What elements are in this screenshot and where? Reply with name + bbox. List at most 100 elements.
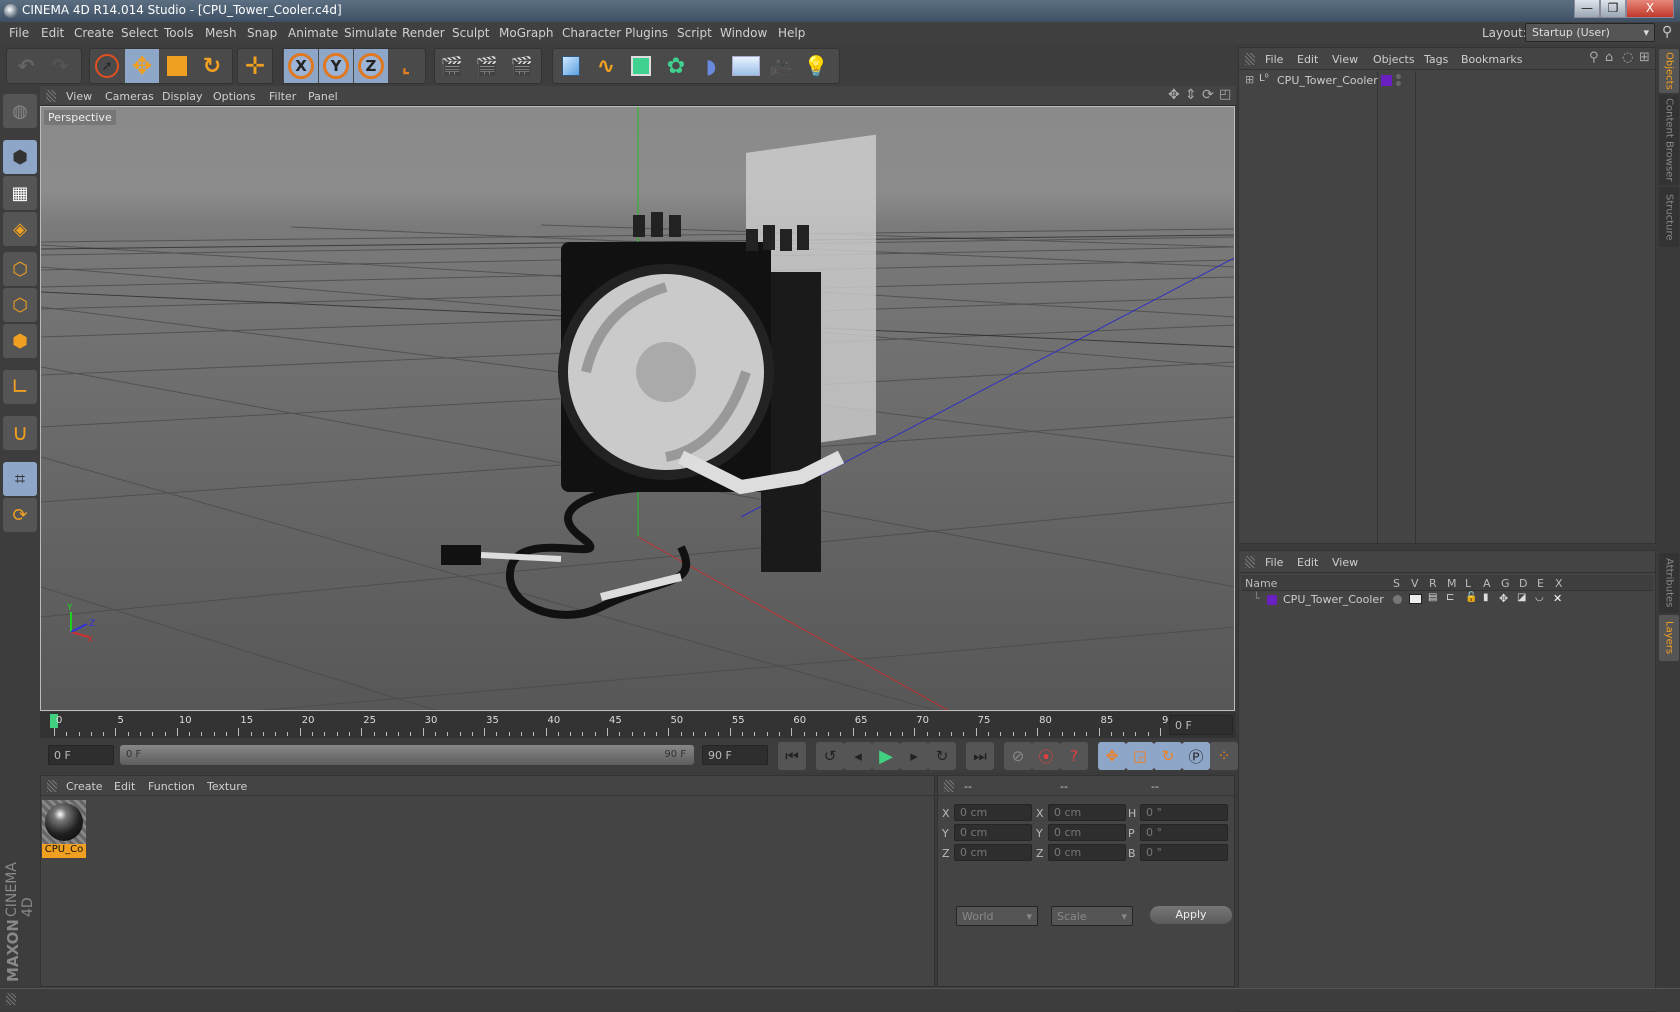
objects-menu-objects[interactable]: Objects — [1373, 53, 1415, 66]
cube-object-icon[interactable] — [554, 49, 588, 83]
objects-menu-view[interactable]: View — [1332, 53, 1358, 66]
viewport-menu-options[interactable]: Options — [213, 90, 255, 103]
menu-plugins[interactable]: Plugins — [625, 26, 668, 40]
start-frame-field[interactable]: 0 F — [48, 745, 114, 765]
material-menu-texture[interactable]: Texture — [207, 780, 247, 793]
toggle-panel-icon[interactable]: ◰ — [1219, 87, 1231, 102]
objects-menu-tags[interactable]: Tags — [1424, 53, 1448, 66]
frame-range-slider[interactable]: 0 F 90 F — [120, 745, 694, 765]
objects-menu-edit[interactable]: Edit — [1297, 53, 1318, 66]
record-point-level-icon[interactable]: ⁘ — [1210, 742, 1238, 770]
layers-menu-file[interactable]: File — [1265, 556, 1283, 569]
scale-icon[interactable] — [160, 49, 194, 83]
menu-create[interactable]: Create — [74, 26, 114, 40]
size-field[interactable]: 0 cm — [1048, 804, 1126, 821]
record-active-objects-icon[interactable]: ⊘ — [1004, 742, 1032, 770]
redo-icon[interactable]: ↷ — [43, 49, 77, 83]
previous-key-icon[interactable]: ↺ — [816, 742, 844, 770]
search-icon[interactable]: ⚲ — [1589, 50, 1599, 65]
column-render[interactable]: R — [1429, 577, 1437, 590]
points-mode-icon[interactable]: ⬡ — [3, 252, 37, 286]
objects-menu-file[interactable]: File — [1265, 53, 1283, 66]
view-toggle-icon[interactable] — [1409, 594, 1422, 604]
material-menu-edit[interactable]: Edit — [114, 780, 135, 793]
next-key-icon[interactable]: ↻ — [928, 742, 956, 770]
menu-window[interactable]: Window — [720, 26, 767, 40]
layer-row[interactable]: └ CPU_Tower_Cooler ▤ ⊏ 🔓 ▮ ✥ ◪ ◡ ✕ — [1241, 592, 1653, 608]
menu-tools[interactable]: Tools — [164, 26, 194, 40]
go-to-end-icon[interactable]: ⏭ — [966, 742, 994, 770]
deformer-icon[interactable]: ◗ — [694, 49, 728, 83]
go-to-start-icon[interactable]: ⏮ — [778, 742, 806, 770]
render-settings-icon[interactable]: 🎬 — [505, 49, 539, 83]
size-field[interactable]: 0 cm — [1048, 844, 1126, 861]
rotate-icon[interactable]: ↻ — [195, 49, 229, 83]
menu-snap[interactable]: Snap — [247, 26, 277, 40]
animation-toggle-icon[interactable]: ▮ — [1483, 592, 1489, 603]
column-view[interactable]: V — [1411, 577, 1419, 590]
make-editable-icon[interactable]: ◍ — [3, 94, 37, 128]
menu-script[interactable]: Script — [677, 26, 712, 40]
record-scale-icon[interactable]: ◲ — [1126, 742, 1154, 770]
viewport-menu-display[interactable]: Display — [162, 90, 203, 103]
search-icon[interactable]: ⚲ — [1662, 24, 1672, 40]
coordinate-system-icon[interactable]: ⌞ — [389, 49, 423, 83]
record-parameter-icon[interactable]: Ⓟ — [1182, 742, 1210, 770]
pan-view-icon[interactable]: ✥ — [1168, 87, 1180, 103]
menu-mesh[interactable]: Mesh — [205, 26, 237, 40]
position-field[interactable]: 0 cm — [954, 804, 1032, 821]
rotation-field[interactable]: 0 ° — [1140, 844, 1228, 861]
coordinate-mode-dropdown[interactable]: World ▾ — [956, 906, 1038, 926]
menu-animate[interactable]: Animate — [288, 26, 338, 40]
end-frame-field[interactable]: 90 F — [702, 745, 768, 765]
mograph-cloner-icon[interactable]: ✿ — [659, 49, 693, 83]
solo-toggle-icon[interactable] — [1393, 595, 1402, 604]
menu-render[interactable]: Render — [402, 26, 445, 40]
recent-tool-icon[interactable]: ✛ — [238, 49, 272, 83]
minimize-button[interactable]: — — [1574, 0, 1600, 18]
objects-menu-bookmarks[interactable]: Bookmarks — [1461, 53, 1522, 66]
menu-character[interactable]: Character — [562, 26, 621, 40]
panel-grip-icon[interactable] — [1245, 556, 1255, 568]
expressions-toggle-icon[interactable]: ◡ — [1535, 592, 1544, 603]
texture-mode-icon[interactable]: ▦ — [3, 176, 37, 210]
menu-sculpt[interactable]: Sculpt — [452, 26, 489, 40]
record-position-icon[interactable]: ✥ — [1098, 742, 1126, 770]
material-swatch[interactable]: CPU_Co — [42, 800, 86, 858]
position-field[interactable]: 0 cm — [954, 844, 1032, 861]
column-generators[interactable]: G — [1501, 577, 1510, 590]
polygons-mode-icon[interactable]: ⬢ — [3, 324, 37, 358]
panel-grip-icon[interactable] — [47, 780, 57, 792]
column-name[interactable]: Name — [1245, 577, 1277, 590]
tab-attributes[interactable]: Attributes — [1659, 553, 1679, 613]
transform-mode-dropdown[interactable]: Scale ▾ — [1051, 906, 1133, 926]
tab-layers[interactable]: Layers — [1659, 615, 1679, 661]
timeline-ruler[interactable]: 051015202530354045505560657075808590 0 F — [40, 712, 1236, 738]
previous-frame-icon[interactable]: ◂ — [844, 742, 872, 770]
tab-structure[interactable]: Structure — [1659, 187, 1679, 247]
axis-y-button[interactable]: Y — [319, 49, 353, 83]
expand-icon[interactable]: ⊞ — [1245, 73, 1254, 86]
layer-color-swatch[interactable] — [1381, 75, 1392, 86]
axis-mode-icon[interactable]: ∟ — [3, 370, 37, 404]
menu-select[interactable]: Select — [121, 26, 158, 40]
locked-workplane-icon[interactable]: ⌗ — [3, 462, 37, 496]
3d-viewport[interactable]: Perspective Y X Z — [40, 106, 1235, 711]
undo-icon[interactable]: ↶ — [9, 49, 43, 83]
layers-menu-edit[interactable]: Edit — [1297, 556, 1318, 569]
rotate-view-icon[interactable]: ⟳ — [1202, 87, 1214, 103]
move-icon[interactable]: ✥ — [125, 49, 159, 83]
record-rotation-icon[interactable]: ↻ — [1154, 742, 1182, 770]
column-xrefs[interactable]: X — [1555, 577, 1563, 590]
nurbs-icon[interactable] — [624, 49, 658, 83]
eye-icon[interactable]: ◌ — [1622, 50, 1633, 65]
deformers-toggle-icon[interactable]: ◪ — [1517, 592, 1526, 603]
viewport-menu-filter[interactable]: Filter — [269, 90, 296, 103]
workplane-sync-icon[interactable]: ⟳ — [3, 498, 37, 532]
layer-color-swatch[interactable] — [1267, 595, 1277, 605]
object-name[interactable]: CPU_Tower_Cooler — [1277, 74, 1378, 87]
render-picture-viewer-icon[interactable]: 🎬 — [470, 49, 504, 83]
rotation-field[interactable]: 0 ° — [1140, 804, 1228, 821]
object-row[interactable]: ⊞ L⁰ CPU_Tower_Cooler — [1241, 72, 1653, 90]
home-icon[interactable]: ⌂ — [1605, 50, 1613, 65]
